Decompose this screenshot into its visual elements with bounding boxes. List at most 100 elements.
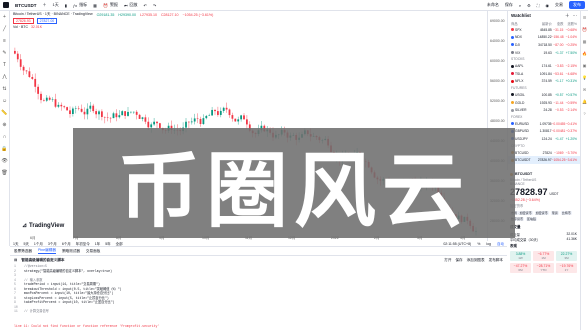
crosshair-icon[interactable]: + — [3, 14, 6, 20]
detail-symbol[interactable]: BTCUSDT — [515, 172, 532, 176]
symbol-tag[interactable]: 区块链 — [526, 217, 538, 221]
replay-button[interactable]: ⏮ 回放 — [124, 2, 138, 8]
col-symbol[interactable]: 商品 — [511, 21, 538, 26]
lock-icon[interactable]: 🔒 — [1, 146, 7, 152]
add-symbol-icon[interactable]: ＋ — [565, 13, 570, 19]
tab-pine-editor[interactable]: Pine编辑器 — [37, 248, 56, 254]
tradingview-logo-icon[interactable] — [3, 2, 9, 8]
indicators-button[interactable]: ƒx 指标 — [73, 2, 87, 8]
symbol-logo-icon — [511, 51, 514, 55]
candle-body — [115, 113, 118, 118]
watchlist-row[interactable]: GBPUSD 1.30817 −0.00481 −0.37% — [508, 128, 580, 136]
camera-icon[interactable]: ◉ — [546, 3, 550, 8]
candle-body — [219, 110, 222, 115]
magnet-icon[interactable]: ∩ — [3, 134, 7, 140]
code-line[interactable]: 11 // 计算交易信号 — [14, 309, 503, 314]
watchlist-row[interactable]: USOIL 100.85 +0.57 +0.57% — [508, 91, 580, 99]
watchlist-row[interactable]: NDX 14850.22 −156.48 −1.04% — [508, 34, 580, 42]
watchlist-row[interactable]: TSLA 1091.84 −53.61 −4.68% — [508, 70, 580, 78]
col-last[interactable]: 最新价 — [538, 21, 552, 26]
last-price: 1091.84 — [539, 71, 552, 76]
symbol-logo-icon — [511, 64, 514, 68]
symbol-name: BTCUSD — [515, 150, 529, 155]
icons-icon[interactable]: ☺ — [2, 98, 7, 104]
symbol-tag[interactable]: 加密货币 — [534, 211, 549, 215]
undo-icon[interactable]: ↶ — [144, 3, 147, 8]
tab-strategy-tester[interactable]: 策略测试器 — [62, 249, 80, 254]
candle-body — [37, 86, 39, 94]
col-change-pct[interactable]: 涨跌% — [563, 21, 577, 26]
watchlist-row[interactable]: BTCUSD 27824 −1069 −3.70% — [508, 149, 580, 157]
brush-icon[interactable]: ✎ — [2, 50, 6, 56]
data-window-icon[interactable]: ▦ — [583, 39, 587, 44]
prediction-icon[interactable]: ⇅ — [2, 86, 6, 92]
trend-line-icon[interactable]: ╱ — [3, 26, 6, 32]
trash-icon[interactable]: 🗑 — [1, 170, 7, 176]
watchlist-row[interactable]: BTCUSDT 27826.97 −1054.25 −3.61% — [508, 156, 580, 164]
symbol-logo-icon — [511, 108, 514, 112]
text-icon[interactable]: T — [3, 62, 6, 68]
symbol-tag[interactable]: 现货 — [550, 211, 559, 215]
script-name[interactable]: 智能高级编辑的自定义脚本 — [21, 258, 64, 263]
chat-icon[interactable]: ✉ — [583, 87, 586, 92]
fullscreen-icon[interactable]: ⛶ — [537, 3, 540, 8]
candle-body — [19, 59, 22, 67]
code-text: breakoutThreshold = input(0.5, title="突破… — [24, 286, 122, 291]
save-script-button[interactable]: 保存 — [455, 258, 462, 263]
save-button[interactable]: 保存 — [505, 2, 513, 8]
watchlist-icon[interactable]: ☰ — [583, 15, 587, 20]
layout-icon[interactable]: ▦ — [93, 3, 97, 8]
watchlist-row[interactable]: SPX 4545.85 −31.15 −0.68% — [508, 26, 580, 34]
watermark-overlay: 币圈风云 — [73, 128, 515, 239]
symbol-tag[interactable]: 比特币 — [560, 211, 572, 215]
watchlist-row[interactable]: EURUSD 1.09735 −0.00455 −0.41% — [508, 120, 580, 128]
pattern-icon[interactable]: ⋀ — [2, 74, 6, 80]
redo-icon[interactable]: ↷ — [153, 3, 156, 8]
interval-button[interactable]: 1天 — [53, 2, 59, 8]
notification-icon[interactable]: 🔔 — [582, 99, 587, 104]
watchlist-row[interactable]: NFLX 374.59 +1.17 +0.31% — [508, 78, 580, 86]
trade-button[interactable]: 交易 — [555, 2, 563, 8]
watchlist-row[interactable]: GOLD 1925.93 −11.44 −0.59% — [508, 99, 580, 107]
open-script-button[interactable]: 打开 — [444, 258, 451, 263]
tab-trading-panel[interactable]: 交易面板 — [86, 249, 100, 254]
symbol-search[interactable]: BTCUSDT — [15, 3, 37, 8]
zoom-icon[interactable]: ⊕ — [2, 122, 6, 128]
watchlist-row[interactable]: AAPL 174.61 −3.83 −2.15% — [508, 62, 580, 70]
sell-button[interactable]: 27826.93 — [13, 18, 34, 24]
more-icon[interactable]: ⋯ — [573, 13, 578, 19]
layout-name-button[interactable]: 未命名 — [487, 2, 499, 8]
fib-icon[interactable]: ≡ — [3, 38, 6, 44]
help-icon[interactable]: ? — [583, 111, 585, 116]
compare-symbol-button[interactable]: ＋ — [43, 2, 47, 8]
publish-script-button[interactable]: 发布脚本 — [489, 258, 503, 263]
settings-icon[interactable]: ⚙ — [527, 3, 531, 8]
ruler-icon[interactable]: 📏 — [1, 110, 7, 116]
add-to-chart-button[interactable]: 添加到图表 — [467, 258, 485, 263]
change: +1.17 — [555, 79, 564, 84]
publish-button[interactable]: 发布 — [569, 1, 585, 9]
watchlist-row[interactable]: VIX 19.63 +1.37 +7.50% — [508, 49, 580, 57]
candle-style-icon[interactable]: ▮ — [65, 3, 67, 8]
watchlist-row[interactable]: SILVER 24.28 −0.53 −2.14% — [508, 106, 580, 114]
candle-body — [240, 115, 242, 120]
ideas-icon[interactable]: 💡 — [582, 75, 587, 80]
tab-stock-screener[interactable]: 股票筛选器 — [14, 249, 32, 254]
replay-label: 回放 — [129, 2, 138, 7]
hotlist-icon[interactable]: 🔥 — [582, 51, 587, 56]
calendar-icon[interactable]: ▣ — [583, 63, 587, 68]
code-editor[interactable]: 1//@version=5 2 strategy("智能高级编辑的自定义脚本", o… — [10, 264, 507, 314]
watchlist-row[interactable]: DJI 34718.50 −87.00 −0.25% — [508, 41, 580, 49]
buy-button[interactable]: 27827.00 — [36, 18, 58, 24]
symbol-name: BTCUSDT — [515, 158, 531, 163]
performance-heading: 表现 — [510, 244, 517, 248]
ohlc-legend: Bitcoin / TetherUS · 1天 · BINANCE · Trad… — [13, 12, 213, 17]
eye-icon[interactable]: 👁 — [1, 158, 7, 164]
watchlist-title[interactable]: Watchlist — [511, 13, 531, 18]
candle-body — [34, 78, 37, 87]
alarm-clock-icon[interactable]: ⏰ — [582, 27, 587, 32]
watchlist-row[interactable]: USDJPY 124.24 +1.47 +1.20% — [508, 135, 580, 143]
search-icon[interactable]: ⌕ — [519, 3, 521, 8]
alert-button[interactable]: ⏰ 警报 — [103, 2, 118, 8]
col-change[interactable]: 涨跌 — [552, 21, 564, 26]
